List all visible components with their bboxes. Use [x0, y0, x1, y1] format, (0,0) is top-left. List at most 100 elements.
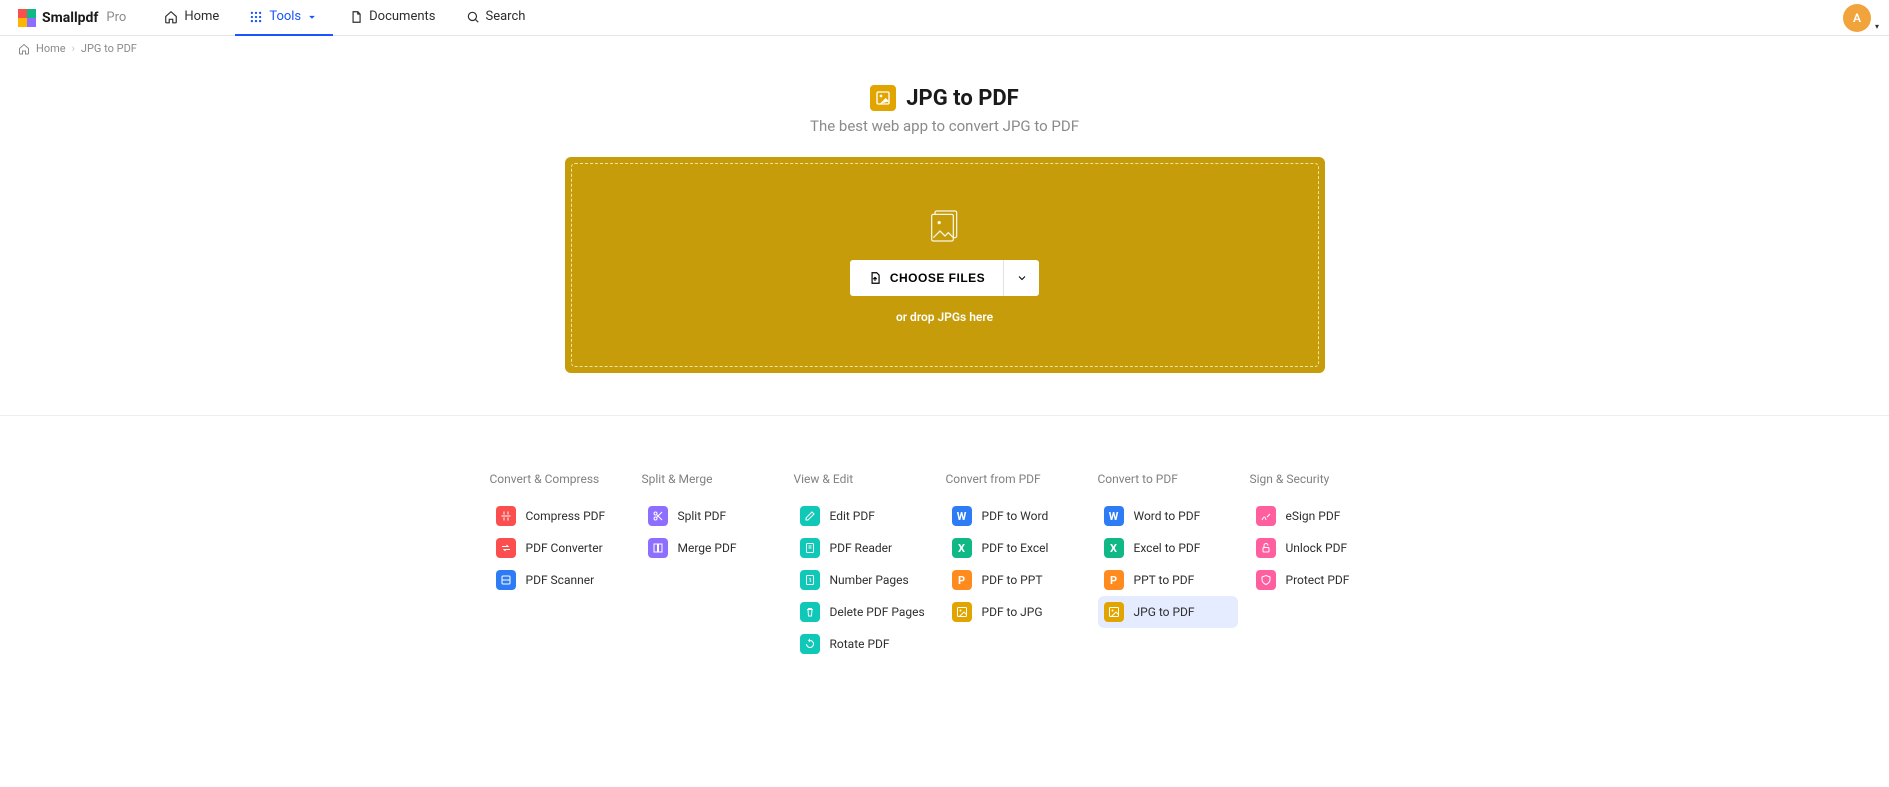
logo[interactable]: Smallpdf Pro: [18, 9, 126, 27]
tools-column: Convert from PDF WPDF to WordXPDF to Exce…: [946, 472, 1096, 660]
page-title: JPG to PDF: [906, 86, 1019, 111]
sign-icon: [1256, 506, 1276, 526]
tools-section: Convert & CompressCompress PDFPDF Conver…: [0, 416, 1889, 700]
tool-excel-to-pdf[interactable]: XExcel to PDF: [1098, 532, 1238, 564]
letter-x-icon: X: [1104, 538, 1124, 558]
tool-pdf-scanner[interactable]: PDF Scanner: [490, 564, 630, 596]
breadcrumb-separator: ›: [72, 42, 75, 55]
tool-protect-pdf[interactable]: Protect PDF: [1250, 564, 1390, 596]
tools-column: Sign & Security eSign PDF Unlock PDF Protec…: [1250, 472, 1400, 660]
tool-pdf-to-ppt[interactable]: PPDF to PPT: [946, 564, 1086, 596]
tool-pdf-to-jpg[interactable]: PDF to JPG: [946, 596, 1086, 628]
logo-icon: [18, 9, 36, 27]
tool-merge-pdf[interactable]: Merge PDF: [642, 532, 782, 564]
tool-label: PDF Reader: [830, 541, 893, 555]
tool-word-to-pdf[interactable]: W Word to PDF: [1098, 500, 1238, 532]
user-avatar[interactable]: A: [1843, 4, 1871, 32]
breadcrumb-home[interactable]: Home: [36, 42, 66, 55]
rotate-icon: [800, 634, 820, 654]
jpg-to-pdf-icon: [870, 85, 896, 111]
tools-column-title: Convert from PDF: [946, 472, 1096, 486]
tool-pdf-reader[interactable]: PDF Reader: [794, 532, 934, 564]
chevron-down-icon: [1016, 272, 1028, 284]
tool-label: Word to PDF: [1134, 509, 1201, 523]
choose-files-dropdown[interactable]: [1003, 260, 1039, 296]
tools-column-title: Convert to PDF: [1098, 472, 1248, 486]
tools-column: Convert & CompressCompress PDFPDF Conver…: [490, 472, 640, 660]
choose-files-label: CHOOSE FILES: [890, 271, 985, 285]
nav-home[interactable]: Home: [150, 0, 233, 36]
tool-pdf-to-word[interactable]: WPDF to Word: [946, 500, 1086, 532]
breadcrumb-current: JPG to PDF: [81, 42, 137, 55]
tool-label: PDF to JPG: [982, 605, 1043, 619]
tools-column: Convert to PDFWWord to PDFXExcel to PDFP…: [1098, 472, 1248, 660]
tool-label: PDF Scanner: [526, 573, 595, 587]
tool-rotate-pdf[interactable]: Rotate PDF: [794, 628, 934, 660]
tool-label: Merge PDF: [678, 541, 737, 555]
choose-files-button[interactable]: CHOOSE FILES: [850, 260, 1003, 296]
document-icon: [349, 10, 363, 24]
nav-search[interactable]: Search: [452, 0, 540, 36]
tool-label: PDF to PPT: [982, 573, 1043, 587]
tool-label: Compress PDF: [526, 509, 606, 523]
img-icon: [952, 602, 972, 622]
tools-column-title: Sign & Security: [1250, 472, 1400, 486]
search-icon: [466, 10, 480, 24]
dropzone[interactable]: CHOOSE FILES or drop JPGs here: [565, 157, 1325, 373]
tools-column-title: View & Edit: [794, 472, 944, 486]
tool-label: PPT to PDF: [1134, 573, 1195, 587]
unlock-icon: [1256, 538, 1276, 558]
svg-text:1: 1: [808, 578, 811, 584]
page-subtitle: The best web app to convert JPG to PDF: [810, 117, 1079, 135]
tool-ppt-to-pdf[interactable]: P PPT to PDF: [1098, 564, 1238, 596]
tool-label: PDF Converter: [526, 541, 603, 555]
merge-icon: [648, 538, 668, 558]
breadcrumb: Home › JPG to PDF: [0, 36, 1889, 61]
tools-column: View & Edit Edit PDF PDF Reader 1 Number Pag…: [794, 472, 944, 660]
nav-search-label: Search: [486, 9, 526, 24]
tool-label: PDF to Word: [982, 509, 1049, 523]
dropzone-inner: CHOOSE FILES or drop JPGs here: [571, 163, 1319, 367]
app-header: Smallpdf Pro Home Tools Documents Search…: [0, 0, 1889, 36]
tool-label: Split PDF: [678, 509, 727, 523]
tool-delete-pdf-pages[interactable]: Delete PDF Pages: [794, 596, 934, 628]
tool-label: Unlock PDF: [1286, 541, 1348, 555]
letter-w-icon: W: [1104, 506, 1124, 526]
letter-p-icon: P: [1104, 570, 1124, 590]
scan-icon: [496, 570, 516, 590]
tool-pdf-to-excel[interactable]: XPDF to Excel: [946, 532, 1086, 564]
avatar-caret-icon: ▾: [1875, 22, 1879, 31]
tool-split-pdf[interactable]: Split PDF: [642, 500, 782, 532]
nav-documents[interactable]: Documents: [335, 0, 449, 36]
tool-edit-pdf[interactable]: Edit PDF: [794, 500, 934, 532]
tool-esign-pdf[interactable]: eSign PDF: [1250, 500, 1390, 532]
letter-x-icon: X: [952, 538, 972, 558]
protect-icon: [1256, 570, 1276, 590]
brand-tier: Pro: [106, 10, 126, 25]
nav-home-label: Home: [184, 9, 219, 24]
tool-number-pages[interactable]: 1 Number Pages: [794, 564, 934, 596]
tool-jpg-to-pdf[interactable]: JPG to PDF: [1098, 596, 1238, 628]
compress-icon: [496, 506, 516, 526]
nav-documents-label: Documents: [369, 9, 435, 24]
brand-name: Smallpdf: [42, 10, 98, 26]
edit-icon: [800, 506, 820, 526]
tool-label: Edit PDF: [830, 509, 875, 523]
nav-tools[interactable]: Tools: [235, 0, 333, 36]
delete-icon: [800, 602, 820, 622]
tool-label: Number Pages: [830, 573, 909, 587]
home-icon: [18, 43, 30, 55]
tool-compress-pdf[interactable]: Compress PDF: [490, 500, 630, 532]
grid-icon: [249, 10, 263, 24]
main-nav: Home Tools Documents Search: [150, 0, 539, 36]
drop-hint: or drop JPGs here: [896, 310, 993, 324]
tool-pdf-converter[interactable]: PDF Converter: [490, 532, 630, 564]
reader-icon: [800, 538, 820, 558]
convert-icon: [496, 538, 516, 558]
tool-unlock-pdf[interactable]: Unlock PDF: [1250, 532, 1390, 564]
hero: JPG to PDF The best web app to convert J…: [0, 61, 1889, 401]
tool-label: eSign PDF: [1286, 509, 1341, 523]
tool-label: Delete PDF Pages: [830, 605, 925, 619]
avatar-initial: A: [1853, 11, 1861, 25]
choose-file-row: CHOOSE FILES: [850, 260, 1039, 296]
